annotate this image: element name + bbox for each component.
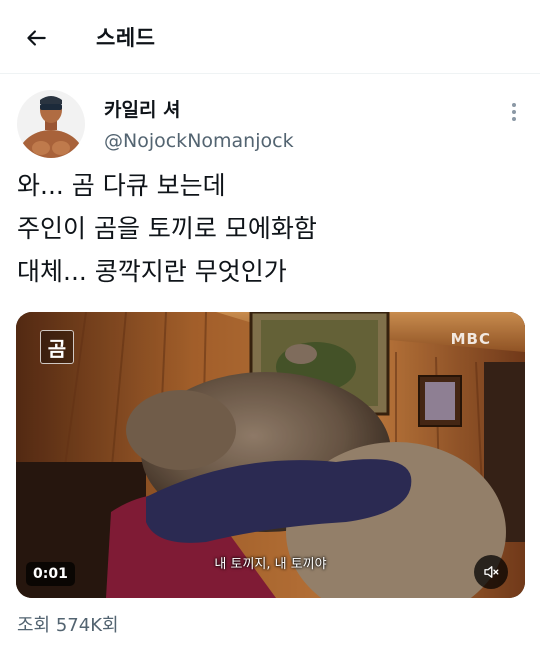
back-button[interactable] xyxy=(18,20,54,56)
tweet-text: 와... 곰 다큐 보는데 주인이 곰을 토끼로 모에화함 대체... 콩깍지란… xyxy=(17,164,527,293)
tweet-text-line: 대체... 콩깍지란 무엇인가 xyxy=(17,257,287,286)
video-subtitle: 내 토끼지, 내 토끼야 xyxy=(214,557,327,572)
author-name[interactable]: 카일리 셔 xyxy=(104,95,181,122)
view-count: 조회 574K회 xyxy=(17,611,119,637)
muted-speaker-icon xyxy=(484,566,499,578)
view-count-label: 조회 xyxy=(17,615,51,636)
video-timestamp: 0:01 xyxy=(26,562,75,586)
author-handle[interactable]: @NojockNomanjock xyxy=(104,130,294,152)
video-player[interactable]: 곰 MBC 내 토끼지, 내 토끼야 0:01 xyxy=(16,312,525,598)
avatar[interactable] xyxy=(17,90,85,158)
more-options-button[interactable] xyxy=(500,98,528,126)
tweet-text-line: 주인이 곰을 토끼로 모에화함 xyxy=(17,214,317,243)
more-dots-icon xyxy=(512,103,516,121)
program-logo: 곰 xyxy=(40,330,74,364)
page-title: 스레드 xyxy=(96,26,156,50)
back-arrow-icon xyxy=(27,30,46,46)
channel-logo: MBC xyxy=(450,330,491,348)
tweet-text-line: 와... 곰 다큐 보는데 xyxy=(17,171,226,200)
view-count-value: 574K회 xyxy=(55,615,119,636)
top-bar: 스레드 xyxy=(0,0,540,74)
mute-button[interactable] xyxy=(474,555,508,589)
